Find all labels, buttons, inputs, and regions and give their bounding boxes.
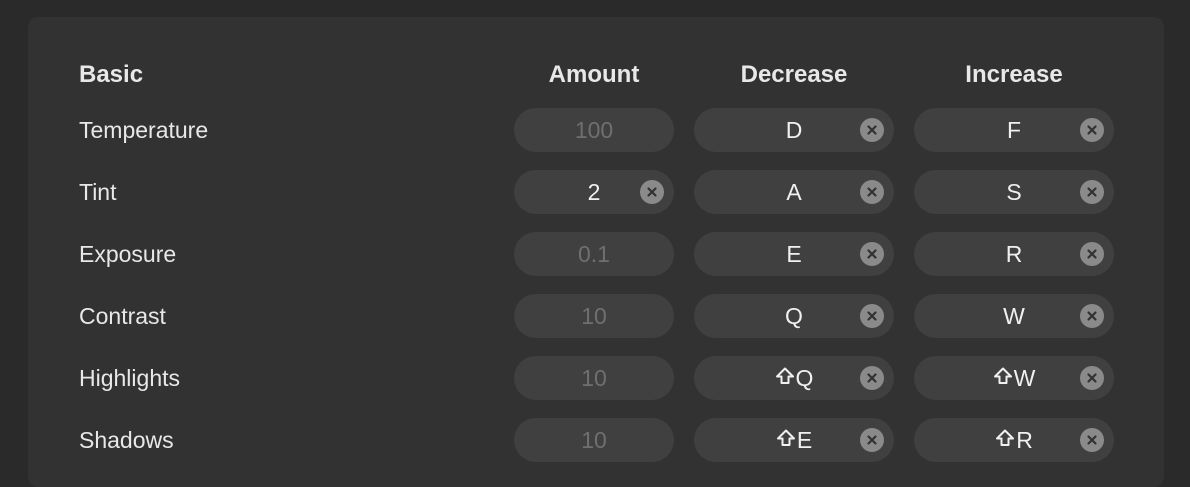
amount-value: 10 bbox=[581, 302, 607, 329]
increase-shortcut-field[interactable]: W bbox=[914, 294, 1114, 338]
increase-shortcut-combo: R bbox=[1006, 241, 1023, 268]
clear-decrease-icon[interactable] bbox=[860, 180, 884, 204]
row-label: Tint bbox=[79, 178, 117, 205]
shift-icon bbox=[776, 427, 796, 454]
clear-increase-icon[interactable] bbox=[1080, 180, 1104, 204]
decrease-shortcut-key: D bbox=[785, 116, 803, 143]
increase-shortcut-key: S bbox=[1006, 178, 1022, 205]
increase-shortcut-field[interactable]: W bbox=[914, 356, 1114, 400]
amount-value: 2 bbox=[587, 178, 601, 205]
amount-field[interactable]: 10 bbox=[514, 356, 674, 400]
decrease-shortcut-combo: E bbox=[786, 241, 801, 268]
shortcut-row: Tint 2 A S bbox=[0, 170, 1190, 214]
decrease-shortcut-key: E bbox=[786, 240, 802, 267]
increase-shortcut-field[interactable]: R bbox=[914, 418, 1114, 462]
increase-shortcut-combo: W bbox=[1003, 303, 1025, 330]
amount-field[interactable]: 0.1 bbox=[514, 232, 674, 276]
clear-increase-icon[interactable] bbox=[1080, 242, 1104, 266]
increase-shortcut-key: R bbox=[1016, 426, 1033, 453]
decrease-shortcut-field[interactable]: E bbox=[694, 418, 894, 462]
clear-increase-icon[interactable] bbox=[1080, 366, 1104, 390]
shortcut-row: Contrast 10 Q W bbox=[0, 294, 1190, 338]
decrease-shortcut-field[interactable]: A bbox=[694, 170, 894, 214]
clear-increase-icon[interactable] bbox=[1080, 118, 1104, 142]
clear-decrease-icon[interactable] bbox=[860, 304, 884, 328]
increase-shortcut-combo: R bbox=[995, 427, 1033, 454]
shortcut-row: Highlights 10 Q W bbox=[0, 356, 1190, 400]
increase-shortcut-field[interactable]: S bbox=[914, 170, 1114, 214]
amount-value: 10 bbox=[581, 426, 607, 453]
increase-shortcut-combo: F bbox=[1007, 117, 1021, 144]
increase-shortcut-key: W bbox=[1013, 364, 1036, 391]
shift-icon bbox=[995, 427, 1015, 454]
amount-field[interactable]: 2 bbox=[514, 170, 674, 214]
section-header: Basic bbox=[79, 61, 144, 88]
shortcut-row: Shadows 10 E R bbox=[0, 418, 1190, 462]
decrease-shortcut-key: Q bbox=[785, 302, 803, 329]
clear-decrease-icon[interactable] bbox=[860, 428, 884, 452]
amount-field[interactable]: 10 bbox=[514, 418, 674, 462]
row-label: Exposure bbox=[79, 240, 177, 267]
clear-decrease-icon[interactable] bbox=[860, 366, 884, 390]
increase-shortcut-combo: S bbox=[1006, 179, 1021, 206]
decrease-shortcut-field[interactable]: E bbox=[694, 232, 894, 276]
amount-value: 0.1 bbox=[578, 240, 610, 267]
increase-column-header: Increase bbox=[965, 61, 1063, 88]
clear-decrease-icon[interactable] bbox=[860, 118, 884, 142]
decrease-column-header: Decrease bbox=[740, 61, 848, 88]
increase-shortcut-key: F bbox=[1006, 116, 1022, 143]
decrease-shortcut-combo: D bbox=[786, 117, 803, 144]
decrease-shortcut-key: A bbox=[786, 178, 802, 205]
clear-increase-icon[interactable] bbox=[1080, 428, 1104, 452]
decrease-shortcut-field[interactable]: D bbox=[694, 108, 894, 152]
shift-icon bbox=[775, 365, 795, 392]
decrease-shortcut-field[interactable]: Q bbox=[694, 294, 894, 338]
amount-column-header: Amount bbox=[548, 61, 640, 88]
increase-shortcut-field[interactable]: R bbox=[914, 232, 1114, 276]
decrease-shortcut-key: Q bbox=[795, 364, 814, 391]
amount-value: 10 bbox=[581, 364, 607, 391]
amount-value: 100 bbox=[574, 116, 614, 143]
decrease-shortcut-combo: Q bbox=[775, 364, 814, 392]
amount-field[interactable]: 100 bbox=[514, 108, 674, 152]
increase-shortcut-combo: W bbox=[993, 364, 1036, 392]
increase-shortcut-key: W bbox=[1003, 302, 1025, 329]
clear-amount-icon[interactable] bbox=[640, 180, 664, 204]
shortcut-row: Exposure 0.1 E R bbox=[0, 232, 1190, 276]
decrease-shortcut-combo: E bbox=[776, 427, 812, 454]
row-label: Highlights bbox=[79, 364, 180, 391]
row-label: Contrast bbox=[79, 302, 166, 329]
row-label: Shadows bbox=[79, 426, 174, 453]
decrease-shortcut-field[interactable]: Q bbox=[694, 356, 894, 400]
shortcut-row: Temperature 100 D F bbox=[0, 108, 1190, 152]
decrease-shortcut-combo: A bbox=[786, 179, 801, 206]
decrease-shortcut-combo: Q bbox=[785, 303, 803, 330]
increase-shortcut-key: R bbox=[1005, 240, 1023, 267]
decrease-shortcut-key: E bbox=[796, 426, 813, 453]
row-label: Temperature bbox=[79, 116, 209, 143]
shift-icon bbox=[993, 365, 1013, 392]
increase-shortcut-field[interactable]: F bbox=[914, 108, 1114, 152]
clear-decrease-icon[interactable] bbox=[860, 242, 884, 266]
amount-field[interactable]: 10 bbox=[514, 294, 674, 338]
clear-increase-icon[interactable] bbox=[1080, 304, 1104, 328]
